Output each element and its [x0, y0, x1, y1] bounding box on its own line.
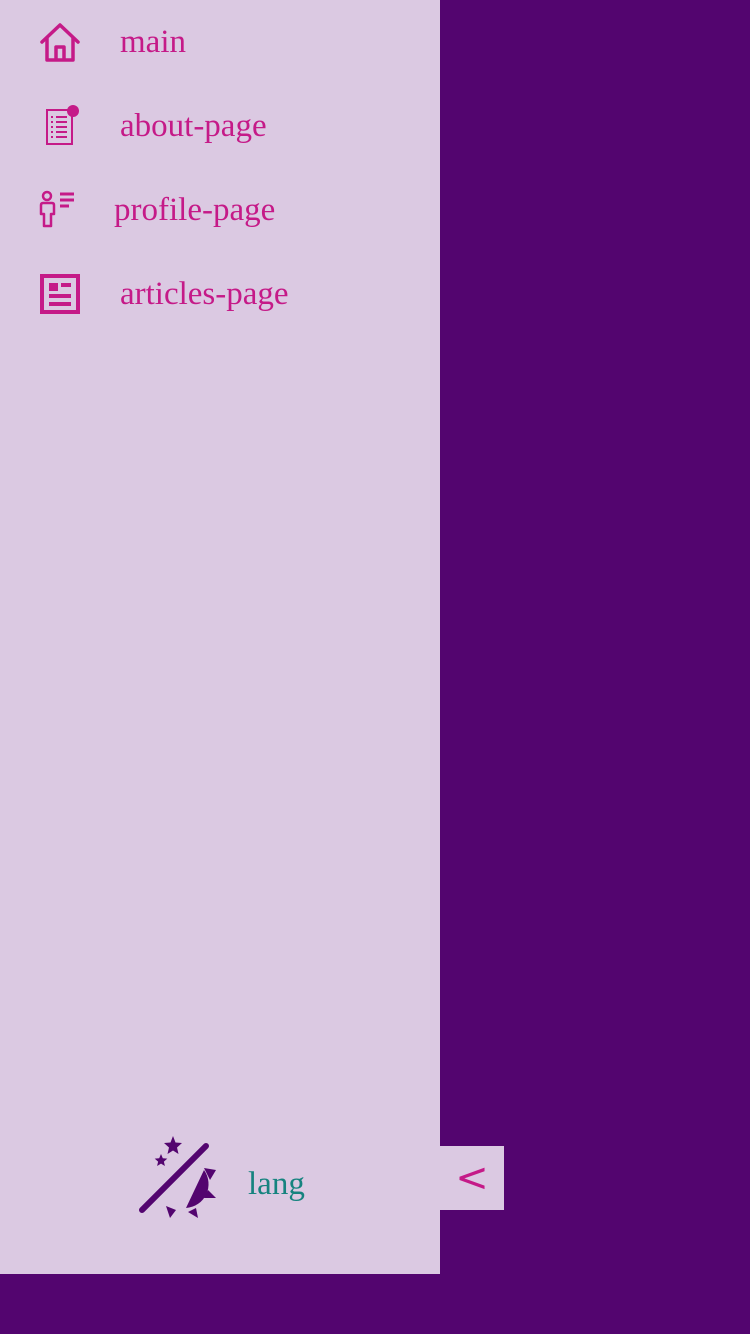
theme-switch-icon: [130, 1136, 216, 1218]
theme-switch-button[interactable]: [130, 1130, 226, 1226]
sidebar-item-main[interactable]: main: [0, 0, 440, 84]
sidebar-item-label: articles-page: [120, 276, 289, 312]
sidebar-item-label: main: [120, 24, 186, 60]
app-root: main about-page profile-page articles-pa…: [0, 0, 750, 1334]
document-icon: [38, 84, 82, 168]
sidebar-item-articles[interactable]: articles-page: [0, 252, 440, 336]
home-icon: [38, 0, 82, 84]
chevron-left-icon: <: [455, 1155, 489, 1201]
sidebar-item-label: about-page: [120, 108, 267, 144]
lang-button[interactable]: lang: [240, 1154, 313, 1214]
collapse-sidebar-button[interactable]: <: [440, 1146, 504, 1210]
sidebar: main about-page profile-page articles-pa…: [0, 0, 440, 1274]
profile-icon: [36, 168, 80, 252]
sidebar-item-profile[interactable]: profile-page: [0, 168, 440, 252]
sidebar-footer: lang: [0, 1130, 440, 1230]
sidebar-item-label: profile-page: [114, 192, 276, 228]
articles-icon: [38, 252, 82, 336]
sidebar-item-about[interactable]: about-page: [0, 84, 440, 168]
